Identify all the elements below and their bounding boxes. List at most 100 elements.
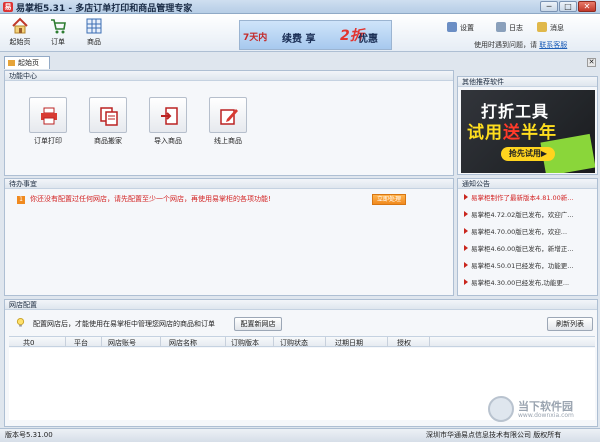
notice-item[interactable]: 易掌柜制作了最新版本4.81.00新... <box>464 194 594 203</box>
maximize-button[interactable]: □ <box>559 1 577 12</box>
function-center-panel: 功能中心 订单打印 商品搬家 导入商品 线上商品 <box>4 70 454 176</box>
col-store-name[interactable]: 网店名称 <box>169 338 197 348</box>
status-bar: 版本号5.31.00 深圳市华通易点信息技术有限公司 版权所有 <box>0 428 600 442</box>
order-print-label: 订单打印 <box>34 137 62 145</box>
cart-icon <box>51 19 66 34</box>
toolbar-orders-button[interactable]: 订单 <box>42 17 74 51</box>
notice-text: 易掌柜4.60.00版已发布，新增正... <box>471 245 574 253</box>
refresh-list-button[interactable]: 刷新列表 <box>547 317 593 331</box>
renewal-promo-banner[interactable]: 7天内 续费 享 2折 优惠 <box>239 20 392 50</box>
bullet-arrow-icon <box>464 245 468 251</box>
product-move-button[interactable] <box>89 97 127 133</box>
bullet-arrow-icon <box>464 211 468 217</box>
product-move-label: 商品搬家 <box>94 137 122 145</box>
ad-gift-text: 送 <box>503 123 521 143</box>
bullet-arrow-icon <box>464 279 468 285</box>
notice-item[interactable]: 易掌柜4.60.00版已发布，新增正... <box>464 245 594 254</box>
notice-text: 易掌柜4.30.00已经发布,功能更... <box>471 279 570 287</box>
ad-halfyear-text: 半年 <box>521 123 557 143</box>
close-tab-button[interactable]: ✕ <box>587 58 596 67</box>
watermark-logo-icon <box>488 396 514 422</box>
function-center-title: 功能中心 <box>5 71 453 81</box>
notice-item[interactable]: 易掌柜4.72.02版已发布，欢迎广... <box>464 211 594 220</box>
handle-now-button[interactable]: 立即处理 <box>372 194 406 205</box>
todo-text: 你还没有配置过任何网店，请先配置至少一个网店，再使用易掌柜的各项功能! <box>30 195 271 203</box>
notice-text: 易掌柜制作了最新版本4.81.00新... <box>471 194 574 202</box>
col-store-account[interactable]: 网店账号 <box>108 338 136 348</box>
title-bar: 易 易掌柜5.31 - 多店订单打印和商品管理专家 ─ □ ✕ <box>0 0 600 14</box>
banner-offer: 优惠 <box>358 34 378 45</box>
bullet-arrow-icon <box>464 194 468 200</box>
notice-text: 易掌柜4.50.01已经发布，功能更... <box>471 262 574 270</box>
order-print-button[interactable] <box>29 97 67 133</box>
tab-start-page[interactable]: 起始页 <box>4 56 50 69</box>
store-config-bar: 配置网店后，才能使用在易掌柜中管理您网店的商品和订单 配置新网店 刷新列表 <box>11 315 595 331</box>
import-icon <box>161 107 178 125</box>
settings-label: 设置 <box>460 24 474 32</box>
column-divider <box>225 337 226 347</box>
col-status[interactable]: 订购状态 <box>280 338 308 348</box>
import-products-label: 导入商品 <box>154 137 182 145</box>
log-link[interactable]: 日志 <box>496 22 523 33</box>
ad-try-text: 试用 <box>467 123 503 143</box>
window-title: 易掌柜5.31 - 多店订单打印和商品管理专家 <box>16 4 193 14</box>
column-divider <box>273 337 274 347</box>
banner-renew: 续费 享 <box>282 34 316 45</box>
column-divider <box>65 337 66 347</box>
close-button[interactable]: ✕ <box>578 1 596 12</box>
minimize-button[interactable]: ─ <box>540 1 558 12</box>
discount-tool-ad[interactable]: 打折工具 试用送半年 抢先试用▶ <box>461 90 595 173</box>
notice-panel: 通知公告 易掌柜制作了最新版本4.81.00新... 易掌柜4.72.02版已发… <box>457 178 598 296</box>
printer-icon <box>41 107 57 125</box>
online-products-label: 线上商品 <box>214 137 242 145</box>
import-products-button[interactable] <box>149 97 187 133</box>
col-version[interactable]: 订购版本 <box>231 338 259 348</box>
column-divider <box>387 337 388 347</box>
toolbar-home-label: 起始页 <box>9 38 31 46</box>
version-label: 版本号5.31.00 <box>5 431 53 439</box>
notice-item[interactable]: 易掌柜4.70.00版已发布，欢迎... <box>464 228 594 237</box>
online-products-button[interactable] <box>209 97 247 133</box>
messages-label: 消息 <box>550 24 564 32</box>
settings-link[interactable]: 设置 <box>447 22 474 33</box>
lightbulb-icon <box>16 318 25 327</box>
tab-label: 起始页 <box>18 59 39 67</box>
todo-title: 待办事宜 <box>5 179 453 189</box>
help-text: 使用时遇到问题，请 <box>474 41 537 49</box>
envelope-icon <box>537 22 547 32</box>
gear-icon <box>447 22 457 32</box>
log-label: 日志 <box>509 24 523 32</box>
recommend-panel: 其他推荐软件 打折工具 试用送半年 抢先试用▶ <box>457 76 598 175</box>
col-expiry[interactable]: 过期日期 <box>335 338 363 348</box>
contact-support-link[interactable]: 联系客服 <box>539 41 567 49</box>
messages-link[interactable]: 消息 <box>537 22 564 33</box>
grid-icon <box>86 18 102 34</box>
configure-store-button[interactable]: 配置新网店 <box>234 317 282 331</box>
watermark: 当下软件园 www.downxia.com <box>488 396 588 426</box>
log-icon <box>496 22 506 32</box>
col-platform[interactable]: 平台 <box>74 338 88 348</box>
copyright-label: 深圳市华通易点信息技术有限公司 版权所有 <box>426 431 562 439</box>
banner-days: 7天内 <box>243 33 268 43</box>
notice-item[interactable]: 易掌柜4.30.00已经发布,功能更... <box>464 279 594 288</box>
ad-subline: 试用送半年 <box>467 118 557 143</box>
col-authorization[interactable]: 授权 <box>397 338 411 348</box>
bullet-arrow-icon <box>464 228 468 234</box>
home-icon <box>12 17 28 34</box>
toolbar-products-button[interactable]: 商品 <box>78 17 110 51</box>
app-logo-icon: 易 <box>3 2 13 12</box>
column-divider <box>325 337 326 347</box>
edit-icon <box>220 109 238 125</box>
recommend-title: 其他推荐软件 <box>458 77 597 87</box>
bullet-arrow-icon <box>464 262 468 268</box>
store-config-tip: 配置网店后，才能使用在易掌柜中管理您网店的商品和订单 <box>33 320 215 328</box>
notice-item[interactable]: 易掌柜4.50.01已经发布，功能更... <box>464 262 594 271</box>
ad-try-button[interactable]: 抢先试用▶ <box>501 147 555 161</box>
store-table-header: 共0 平台 网店账号 网店名称 订购版本 订购状态 过期日期 授权 <box>9 336 595 347</box>
col-count[interactable]: 共0 <box>23 338 34 348</box>
notice-title: 通知公告 <box>458 179 597 189</box>
store-config-title: 网店配置 <box>5 300 597 310</box>
notice-text: 易掌柜4.70.00版已发布，欢迎... <box>471 228 568 236</box>
todo-panel: 待办事宜 1 你还没有配置过任何网店，请先配置至少一个网店，再使用易掌柜的各项功能… <box>4 178 454 296</box>
toolbar-home-button[interactable]: 起始页 <box>4 17 36 51</box>
